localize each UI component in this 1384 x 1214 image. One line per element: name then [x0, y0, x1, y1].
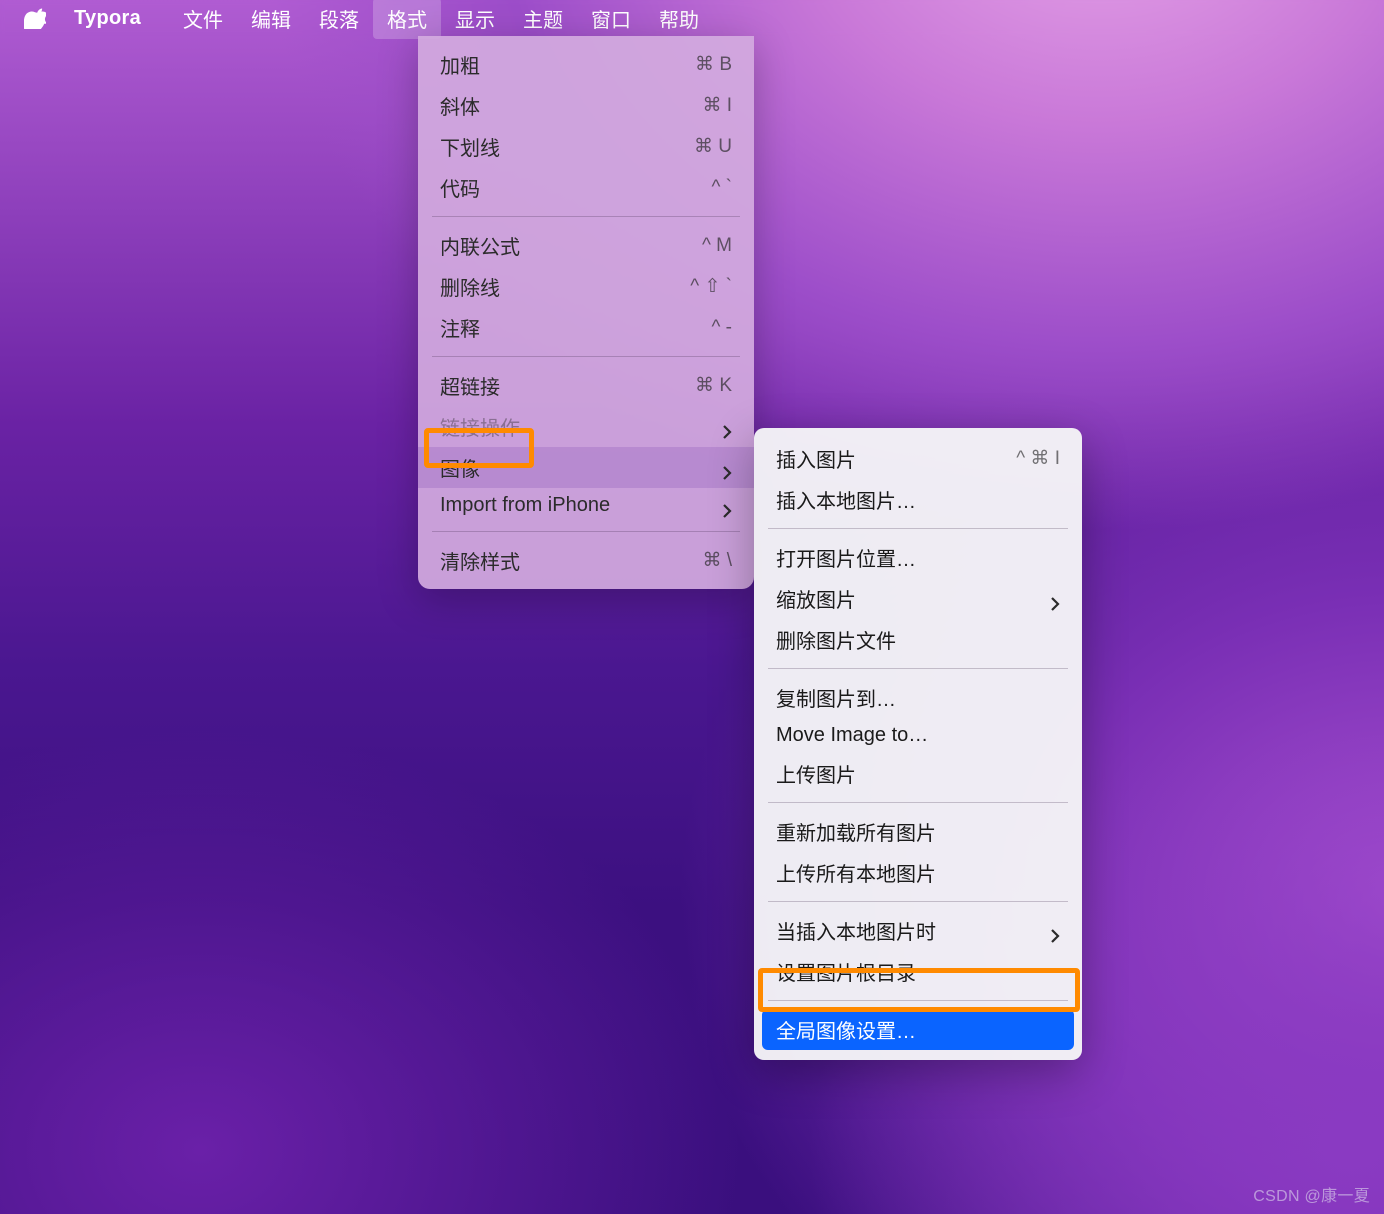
menu-separator [768, 668, 1068, 669]
menu-item-label: 打开图片位置… [776, 543, 916, 572]
chevron-right-icon [722, 463, 732, 473]
menu-item-shortcut: ^ ` [711, 177, 732, 199]
menu-item-label: 链接操作 [440, 412, 520, 441]
menu-separator [768, 528, 1068, 529]
submenu-item-upload-image[interactable]: 上传图片 [754, 753, 1082, 794]
menu-item-label: 重新加载所有图片 [776, 817, 936, 846]
menu-separator [432, 216, 740, 217]
menu-item-label: 当插入本地图片时 [776, 916, 936, 945]
menu-paragraph[interactable]: 段落 [305, 0, 373, 39]
menu-separator [432, 356, 740, 357]
menu-item-bold[interactable]: 加粗 ⌘ B [418, 44, 754, 85]
menu-item-inline-math[interactable]: 内联公式 ^ M [418, 225, 754, 266]
menu-item-shortcut: ⌘ U [694, 135, 732, 158]
menu-separator [432, 531, 740, 532]
format-dropdown: 加粗 ⌘ B 斜体 ⌘ I 下划线 ⌘ U 代码 ^ ` 内联公式 ^ M 删除… [418, 36, 754, 589]
menu-item-shortcut: ⌘ I [702, 94, 732, 117]
menubar: Typora 文件 编辑 段落 格式 显示 主题 窗口 帮助 [0, 0, 1384, 36]
desktop: Typora 文件 编辑 段落 格式 显示 主题 窗口 帮助 加粗 ⌘ B 斜体… [0, 0, 1384, 1214]
chevron-right-icon [1050, 926, 1060, 936]
menu-item-label: 上传所有本地图片 [776, 858, 936, 887]
menu-item-image[interactable]: 图像 [418, 447, 754, 488]
submenu-item-set-image-root[interactable]: 设置图片根目录 [754, 951, 1082, 992]
submenu-item-upload-all-local-images[interactable]: 上传所有本地图片 [754, 852, 1082, 893]
submenu-item-global-image-settings[interactable]: 全局图像设置… [762, 1009, 1074, 1050]
menu-item-label: 缩放图片 [776, 584, 856, 613]
menu-item-strikethrough[interactable]: 删除线 ^ ⇧ ` [418, 266, 754, 307]
menu-item-label: 下划线 [440, 132, 500, 161]
menu-item-shortcut: ^ ⇧ ` [690, 275, 732, 298]
chevron-right-icon [722, 501, 732, 511]
menu-window[interactable]: 窗口 [577, 0, 645, 39]
chevron-right-icon [1050, 594, 1060, 604]
menu-item-label: 全局图像设置… [776, 1015, 916, 1044]
menu-item-comment[interactable]: 注释 ^ - [418, 307, 754, 348]
menu-item-label: 加粗 [440, 50, 480, 79]
menu-item-label: Import from iPhone [440, 494, 610, 517]
menu-item-link-actions: 链接操作 [418, 406, 754, 447]
menu-file[interactable]: 文件 [169, 0, 237, 39]
menu-view[interactable]: 显示 [441, 0, 509, 39]
submenu-item-reload-all-images[interactable]: 重新加载所有图片 [754, 811, 1082, 852]
submenu-item-when-insert-local-image[interactable]: 当插入本地图片时 [754, 910, 1082, 951]
menu-item-shortcut: ⌘ K [695, 374, 732, 397]
image-submenu: 插入图片 ^ ⌘ I 插入本地图片… 打开图片位置… 缩放图片 删除图片文件 复… [754, 428, 1082, 1060]
menu-item-label: 删除线 [440, 272, 500, 301]
menu-item-import-iphone[interactable]: Import from iPhone [418, 488, 754, 523]
menu-item-label: 设置图片根目录 [776, 957, 916, 986]
menu-item-shortcut: ^ ⌘ I [1016, 447, 1060, 470]
submenu-item-move-image-to[interactable]: Move Image to… [754, 718, 1082, 753]
menu-item-hyperlink[interactable]: 超链接 ⌘ K [418, 365, 754, 406]
menu-item-label: 上传图片 [776, 759, 856, 788]
submenu-item-copy-image-to[interactable]: 复制图片到… [754, 677, 1082, 718]
menu-format[interactable]: 格式 [373, 0, 441, 39]
menu-item-italic[interactable]: 斜体 ⌘ I [418, 85, 754, 126]
menu-item-label: 斜体 [440, 91, 480, 120]
menu-item-label: Move Image to… [776, 724, 928, 747]
menu-item-shortcut: ⌘ B [695, 53, 732, 76]
menu-separator [768, 901, 1068, 902]
menu-help[interactable]: 帮助 [645, 0, 713, 39]
menu-item-shortcut: ⌘ \ [702, 549, 732, 572]
menu-item-label: 超链接 [440, 371, 500, 400]
submenu-item-insert-image[interactable]: 插入图片 ^ ⌘ I [754, 438, 1082, 479]
menu-item-label: 删除图片文件 [776, 625, 896, 654]
menu-item-label: 代码 [440, 173, 480, 202]
watermark: CSDN @康一夏 [1253, 1182, 1370, 1206]
menu-item-label: 内联公式 [440, 231, 520, 260]
submenu-item-scale-image[interactable]: 缩放图片 [754, 578, 1082, 619]
app-name[interactable]: Typora [74, 7, 141, 30]
menu-item-underline[interactable]: 下划线 ⌘ U [418, 126, 754, 167]
menu-item-shortcut: ^ - [711, 317, 732, 339]
submenu-item-delete-image-file[interactable]: 删除图片文件 [754, 619, 1082, 660]
chevron-right-icon [722, 422, 732, 432]
submenu-item-open-image-location[interactable]: 打开图片位置… [754, 537, 1082, 578]
apple-logo-icon[interactable] [24, 7, 46, 29]
menu-theme[interactable]: 主题 [509, 0, 577, 39]
menu-item-shortcut: ^ M [702, 235, 732, 257]
menu-item-label: 插入本地图片… [776, 485, 916, 514]
menu-item-label: 注释 [440, 313, 480, 342]
menu-item-clear-format[interactable]: 清除样式 ⌘ \ [418, 540, 754, 581]
submenu-item-insert-local-image[interactable]: 插入本地图片… [754, 479, 1082, 520]
menu-item-label: 复制图片到… [776, 683, 896, 712]
menu-item-label: 插入图片 [776, 444, 856, 473]
menu-item-label: 清除样式 [440, 546, 520, 575]
menu-edit[interactable]: 编辑 [237, 0, 305, 39]
menu-item-code[interactable]: 代码 ^ ` [418, 167, 754, 208]
menu-separator [768, 1000, 1068, 1001]
menu-separator [768, 802, 1068, 803]
menu-item-label: 图像 [440, 453, 480, 482]
